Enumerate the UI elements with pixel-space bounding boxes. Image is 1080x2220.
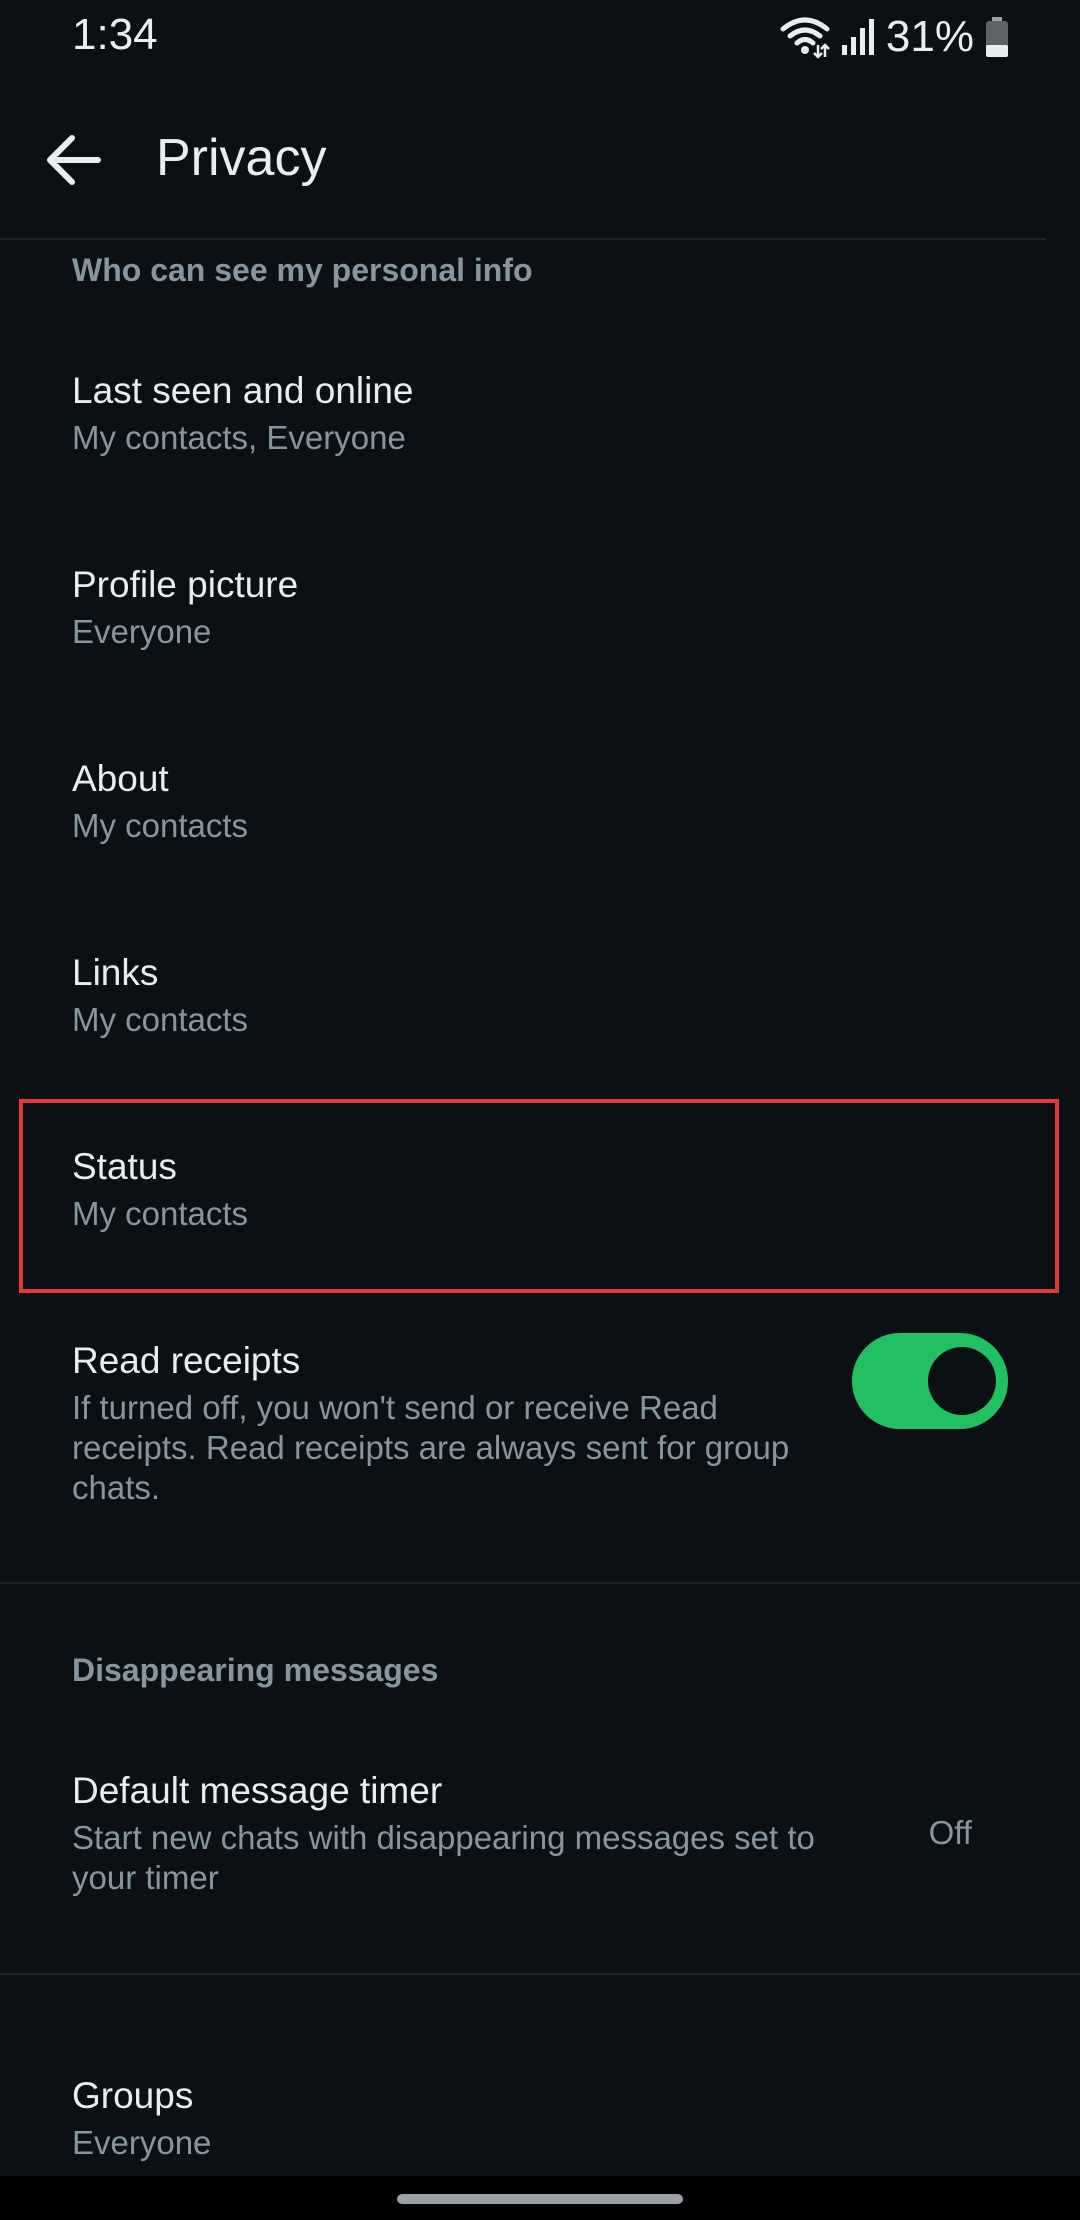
setting-description-line: receipts. Read receipts are always sent … [72,1429,790,1466]
setting-about[interactable]: About My contacts [0,728,1080,922]
back-button[interactable] [40,126,108,194]
setting-value: Everyone [72,613,212,650]
page-title: Privacy [156,129,327,187]
app-bar-divider [0,238,1046,240]
section-header-personal-info: Who can see my personal info [72,252,533,288]
setting-profile-picture[interactable]: Profile picture Everyone [0,534,1080,728]
app-bar: Privacy [0,80,1080,240]
battery-percent: 31% [885,12,974,61]
setting-description-line: If turned off, you won't send or receive… [72,1389,718,1426]
setting-value: My contacts, Everyone [72,419,406,456]
toggle-knob [928,1347,996,1415]
setting-value: My contacts [72,807,249,844]
status-time: 1:34 [72,10,158,59]
status-bar: 1:34 31% [0,0,1080,80]
setting-value: Everyone [72,2124,212,2161]
setting-description-line: Start new chats with disappearing messag… [72,1819,815,1856]
home-gesture-handle[interactable] [397,2194,683,2204]
section-header-disappearing: Disappearing messages [72,1652,439,1688]
setting-title: Status [72,1146,177,1187]
setting-title: Links [72,952,159,993]
setting-default-message-timer[interactable]: Default message timer Start new chats wi… [0,1740,1080,1970]
setting-last-seen[interactable]: Last seen and online My contacts, Everyo… [0,340,1080,534]
read-receipts-toggle[interactable] [852,1333,1008,1429]
setting-title: Groups [72,2075,194,2116]
setting-title: About [72,758,169,799]
signal-icon [841,19,874,55]
setting-status[interactable]: Status My contacts [0,1116,1080,1310]
setting-title: Last seen and online [72,370,414,411]
setting-description-line: your timer [72,1859,219,1896]
setting-value: My contacts [72,1001,249,1038]
wifi-icon [780,17,830,59]
status-icons: 31% [780,12,1010,62]
arrow-left-icon [47,135,101,185]
navigation-bar [0,2176,1080,2220]
section-divider [0,1973,1080,1975]
setting-title: Profile picture [72,564,299,605]
setting-title: Default message timer [72,1770,443,1811]
timer-value: Off [928,1814,972,1851]
battery-icon [986,17,1008,57]
setting-links[interactable]: Links My contacts [0,922,1080,1116]
setting-title: Read receipts [72,1340,301,1381]
section-divider [0,1582,1080,1584]
setting-groups[interactable]: Groups Everyone [0,2045,1080,2176]
setting-description-line: chats. [72,1469,161,1506]
setting-value: My contacts [72,1195,249,1232]
